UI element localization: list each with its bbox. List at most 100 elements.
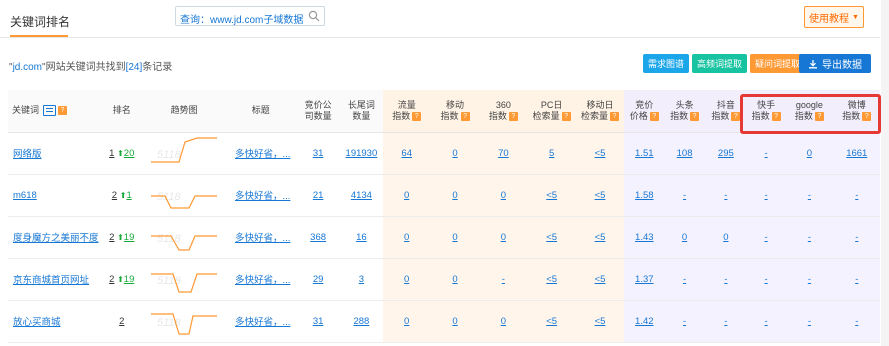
trend-sparkline[interactable]: 5118 — [149, 220, 219, 254]
tab-keyword-ranking[interactable]: 关键词排名 — [10, 13, 70, 30]
header-weibo[interactable]: 微博 指数? — [833, 90, 880, 133]
weibo-value[interactable]: - — [855, 190, 858, 201]
title-link[interactable]: 多快好省，... — [231, 275, 290, 286]
pc-daily-value[interactable]: <5 — [546, 190, 557, 201]
help-icon[interactable]: ? — [731, 111, 741, 121]
douyin-value[interactable]: - — [724, 274, 727, 285]
rank-value[interactable]: 1 — [109, 148, 114, 159]
header-rank[interactable]: 排名 — [100, 90, 143, 133]
rank-value[interactable]: 2 — [109, 274, 114, 285]
bid-price-value[interactable]: 1.42 — [635, 316, 654, 327]
search-icon[interactable] — [308, 10, 320, 22]
toutiao-value[interactable]: - — [683, 190, 686, 201]
douyin-value[interactable]: - — [724, 316, 727, 327]
header-google[interactable]: google 指数? — [785, 90, 834, 133]
keyword-link[interactable]: 网络版 — [13, 149, 42, 160]
header-mobile[interactable]: 移动 指数? — [430, 90, 480, 133]
search-input[interactable]: 查询： www.jd.com子域数据 — [175, 6, 325, 26]
bid-price-value[interactable]: 1.37 — [635, 274, 654, 285]
help-icon[interactable]: ? — [649, 111, 659, 121]
google-value[interactable]: - — [808, 316, 811, 327]
header-bid-count[interactable]: 竞价公 司数量 — [295, 90, 341, 133]
weibo-value[interactable]: - — [855, 316, 858, 327]
mobile-daily-value[interactable]: <5 — [595, 190, 606, 201]
help-icon[interactable]: ? — [412, 111, 422, 121]
trend-sparkline[interactable]: 5118 — [149, 178, 219, 212]
bid-count-value[interactable]: 21 — [313, 190, 324, 201]
google-value[interactable]: 0 — [807, 148, 812, 159]
traffic-value[interactable]: 64 — [401, 148, 412, 159]
pc-daily-value[interactable]: <5 — [546, 274, 557, 285]
title-link[interactable]: 多快好省，... — [231, 317, 290, 328]
toutiao-value[interactable]: 0 — [682, 232, 687, 243]
google-value[interactable]: - — [808, 190, 811, 201]
keyword-link[interactable]: 度身魔方之美丽不度 — [13, 233, 99, 244]
help-icon[interactable]: ? — [771, 111, 781, 121]
header-360[interactable]: 360 指数? — [479, 90, 528, 133]
trend-sparkline[interactable]: 5118 — [149, 262, 219, 296]
kuaishou-value[interactable]: - — [765, 274, 768, 285]
traffic-value[interactable]: 0 — [404, 190, 409, 201]
longtail-value[interactable]: 16 — [356, 232, 367, 243]
rank-value[interactable]: 2 — [112, 190, 117, 201]
bid-price-value[interactable]: 1.51 — [635, 148, 654, 159]
header-bid-price[interactable]: 竞价 价格? — [624, 90, 665, 133]
idx360-value[interactable]: 70 — [498, 148, 509, 159]
mobile-daily-value[interactable]: <5 — [595, 148, 606, 159]
header-kuaishou[interactable]: 快手 指数? — [746, 90, 786, 133]
weibo-value[interactable]: - — [855, 274, 858, 285]
bid-count-value[interactable]: 29 — [313, 274, 324, 285]
longtail-value[interactable]: 191930 — [346, 148, 378, 159]
google-value[interactable]: - — [808, 274, 811, 285]
pc-daily-value[interactable]: <5 — [546, 232, 557, 243]
scrollbar[interactable] — [881, 0, 889, 346]
rank-value[interactable]: 2 — [119, 316, 124, 327]
weibo-value[interactable]: - — [855, 232, 858, 243]
keyword-link[interactable]: 京东商城首页网址 — [13, 275, 89, 286]
header-mobile-daily[interactable]: 移动日 检索量? — [575, 90, 625, 133]
mobile-daily-value[interactable]: <5 — [595, 274, 606, 285]
header-douyin[interactable]: 抖音 指数? — [704, 90, 747, 133]
keyword-link[interactable]: 放心买商城 — [13, 317, 61, 328]
help-icon[interactable]: ? — [508, 111, 518, 121]
idx360-value[interactable]: - — [502, 274, 505, 285]
trend-sparkline[interactable]: 5118 — [149, 136, 219, 170]
title-link[interactable]: 多快好省，... — [231, 191, 290, 202]
help-icon[interactable]: ? — [610, 111, 620, 121]
weibo-value[interactable]: 1661 — [846, 148, 867, 159]
bid-count-value[interactable]: 31 — [313, 148, 324, 159]
bid-count-value[interactable]: 368 — [310, 232, 326, 243]
traffic-value[interactable]: 0 — [404, 274, 409, 285]
bid-price-value[interactable]: 1.58 — [635, 190, 654, 201]
mobile-value[interactable]: 0 — [452, 232, 457, 243]
longtail-value[interactable]: 3 — [359, 274, 364, 285]
header-longtail[interactable]: 长尾词 数量 — [340, 90, 383, 133]
kuaishou-value[interactable]: - — [765, 316, 768, 327]
longtail-value[interactable]: 288 — [353, 316, 369, 327]
idx360-value[interactable]: 0 — [501, 316, 506, 327]
header-toutiao[interactable]: 头条 指数? — [664, 90, 705, 133]
kuaishou-value[interactable]: - — [765, 190, 768, 201]
keyword-link[interactable]: m618 — [13, 190, 37, 201]
title-link[interactable]: 多快好省，... — [231, 233, 290, 244]
pc-daily-value[interactable]: 5 — [549, 148, 554, 159]
mobile-value[interactable]: 0 — [452, 274, 457, 285]
kuaishou-value[interactable]: - — [765, 148, 768, 159]
bid-price-value[interactable]: 1.43 — [635, 232, 654, 243]
help-icon[interactable]: ? — [460, 111, 470, 121]
traffic-value[interactable]: 0 — [404, 316, 409, 327]
trend-sparkline[interactable]: 5118 — [149, 304, 219, 338]
idx360-value[interactable]: 0 — [501, 232, 506, 243]
toutiao-value[interactable]: - — [683, 274, 686, 285]
help-icon[interactable]: ? — [58, 106, 68, 116]
export-button[interactable]: 导出数据 — [799, 54, 871, 73]
pc-daily-value[interactable]: <5 — [546, 316, 557, 327]
help-icon[interactable]: ? — [561, 111, 571, 121]
toutiao-value[interactable]: - — [683, 316, 686, 327]
longtail-value[interactable]: 4134 — [351, 190, 372, 201]
mobile-value[interactable]: 0 — [452, 148, 457, 159]
title-link[interactable]: 多快好省，... — [231, 149, 290, 160]
list-icon[interactable] — [43, 105, 57, 117]
demand-graph-button[interactable]: 需求图谱 — [643, 54, 690, 73]
bid-count-value[interactable]: 31 — [313, 316, 324, 327]
